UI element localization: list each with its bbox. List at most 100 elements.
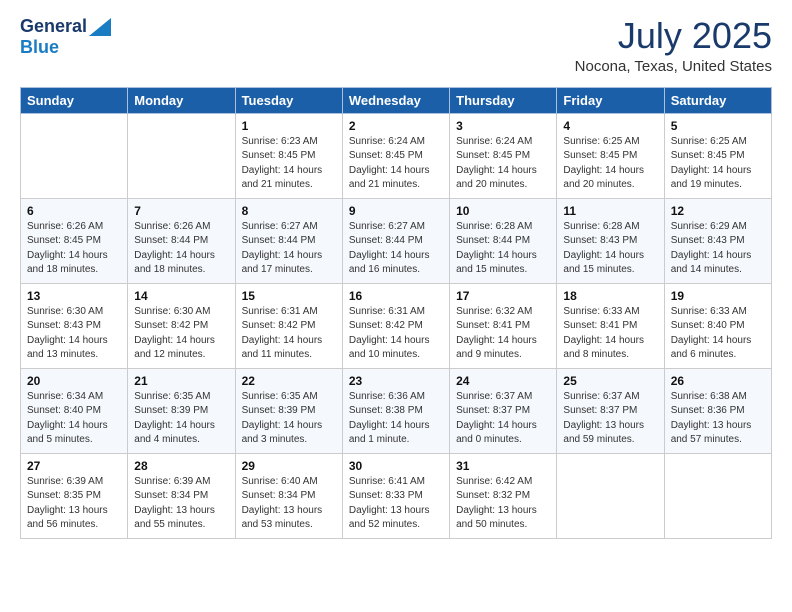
weekday-header: Wednesday (342, 87, 449, 113)
day-detail: Sunrise: 6:36 AM Sunset: 8:38 PM Dayligh… (349, 390, 443, 448)
day-number: 30 (349, 459, 443, 473)
day-number: 18 (563, 289, 657, 303)
logo-icon (89, 18, 111, 36)
calendar-week-row: 6Sunrise: 6:26 AM Sunset: 8:45 PM Daylig… (21, 198, 772, 283)
day-number: 27 (27, 459, 121, 473)
calendar-cell: 28 Sunrise: 6:39 AM Sunset: 8:34 PM Dayli… (128, 453, 235, 538)
day-number: 12 (671, 204, 765, 218)
weekday-header: Tuesday (235, 87, 342, 113)
day-number: 14 (134, 289, 228, 303)
calendar-cell: 24Sunrise: 6:37 AM Sunset: 8:37 PM Dayli… (450, 368, 557, 453)
calendar-cell: 15 Sunrise: 6:31 AM Sunset: 8:42 PM Dayli… (235, 283, 342, 368)
day-detail: Sunrise: 6:27 AM Sunset: 8:44 PM Dayligh… (349, 220, 443, 278)
day-number: 1 (242, 119, 336, 133)
calendar-cell (557, 453, 664, 538)
day-detail: Sunrise: 6:23 AM Sunset: 8:45 PM Dayligh… (242, 135, 336, 193)
day-detail: Sunrise: 6:42 AM Sunset: 8:32 PM Dayligh… (456, 475, 550, 533)
day-number: 7 (134, 204, 228, 218)
calendar-cell: 5 Sunrise: 6:25 AM Sunset: 8:45 PM Daylig… (664, 113, 771, 198)
day-detail: Sunrise: 6:39 AM Sunset: 8:34 PM Dayligh… (134, 475, 228, 533)
day-detail: Sunrise: 6:26 AM Sunset: 8:45 PM Dayligh… (27, 220, 121, 278)
logo: General Blue (20, 16, 111, 58)
day-detail: Sunrise: 6:40 AM Sunset: 8:34 PM Dayligh… (242, 475, 336, 533)
calendar-week-row: 1 Sunrise: 6:23 AM Sunset: 8:45 PM Daylig… (21, 113, 772, 198)
weekday-header: Thursday (450, 87, 557, 113)
day-detail: Sunrise: 6:33 AM Sunset: 8:41 PM Dayligh… (563, 305, 657, 363)
calendar-table: SundayMondayTuesdayWednesdayThursdayFrid… (20, 87, 772, 539)
day-detail: Sunrise: 6:35 AM Sunset: 8:39 PM Dayligh… (242, 390, 336, 448)
day-number: 11 (563, 204, 657, 218)
day-number: 21 (134, 374, 228, 388)
calendar-week-row: 27 Sunrise: 6:39 AM Sunset: 8:35 PM Dayli… (21, 453, 772, 538)
day-detail: Sunrise: 6:34 AM Sunset: 8:40 PM Dayligh… (27, 390, 121, 448)
calendar-cell: 11Sunrise: 6:28 AM Sunset: 8:43 PM Dayli… (557, 198, 664, 283)
calendar-header-row: SundayMondayTuesdayWednesdayThursdayFrid… (21, 87, 772, 113)
calendar-cell: 13 Sunrise: 6:30 AM Sunset: 8:43 PM Dayli… (21, 283, 128, 368)
day-detail: Sunrise: 6:24 AM Sunset: 8:45 PM Dayligh… (456, 135, 550, 193)
calendar-cell (21, 113, 128, 198)
calendar-cell: 20 Sunrise: 6:34 AM Sunset: 8:40 PM Dayli… (21, 368, 128, 453)
title-block: July 2025 Nocona, Texas, United States (575, 16, 772, 75)
day-number: 10 (456, 204, 550, 218)
location-title: Nocona, Texas, United States (575, 58, 772, 75)
calendar-cell: 14 Sunrise: 6:30 AM Sunset: 8:42 PM Dayli… (128, 283, 235, 368)
calendar-cell: 23Sunrise: 6:36 AM Sunset: 8:38 PM Dayli… (342, 368, 449, 453)
day-number: 4 (563, 119, 657, 133)
calendar-cell: 30 Sunrise: 6:41 AM Sunset: 8:33 PM Dayli… (342, 453, 449, 538)
calendar-cell: 6Sunrise: 6:26 AM Sunset: 8:45 PM Daylig… (21, 198, 128, 283)
day-detail: Sunrise: 6:28 AM Sunset: 8:44 PM Dayligh… (456, 220, 550, 278)
day-detail: Sunrise: 6:41 AM Sunset: 8:33 PM Dayligh… (349, 475, 443, 533)
day-number: 5 (671, 119, 765, 133)
calendar-cell: 31 Sunrise: 6:42 AM Sunset: 8:32 PM Dayli… (450, 453, 557, 538)
day-detail: Sunrise: 6:39 AM Sunset: 8:35 PM Dayligh… (27, 475, 121, 533)
logo-general-text: General (20, 16, 87, 37)
day-number: 16 (349, 289, 443, 303)
calendar-cell: 2Sunrise: 6:24 AM Sunset: 8:45 PM Daylig… (342, 113, 449, 198)
calendar-week-row: 13 Sunrise: 6:30 AM Sunset: 8:43 PM Dayli… (21, 283, 772, 368)
weekday-header: Sunday (21, 87, 128, 113)
day-number: 28 (134, 459, 228, 473)
calendar-cell: 22 Sunrise: 6:35 AM Sunset: 8:39 PM Dayli… (235, 368, 342, 453)
calendar-cell: 27 Sunrise: 6:39 AM Sunset: 8:35 PM Dayli… (21, 453, 128, 538)
day-number: 3 (456, 119, 550, 133)
calendar-cell: 25 Sunrise: 6:37 AM Sunset: 8:37 PM Dayli… (557, 368, 664, 453)
calendar-cell: 9Sunrise: 6:27 AM Sunset: 8:44 PM Daylig… (342, 198, 449, 283)
day-detail: Sunrise: 6:37 AM Sunset: 8:37 PM Dayligh… (563, 390, 657, 448)
calendar-cell: 7Sunrise: 6:26 AM Sunset: 8:44 PM Daylig… (128, 198, 235, 283)
day-number: 15 (242, 289, 336, 303)
calendar-cell: 26Sunrise: 6:38 AM Sunset: 8:36 PM Dayli… (664, 368, 771, 453)
calendar-cell: 12 Sunrise: 6:29 AM Sunset: 8:43 PM Dayli… (664, 198, 771, 283)
calendar-cell: 3 Sunrise: 6:24 AM Sunset: 8:45 PM Daylig… (450, 113, 557, 198)
calendar-cell: 18 Sunrise: 6:33 AM Sunset: 8:41 PM Dayli… (557, 283, 664, 368)
day-detail: Sunrise: 6:29 AM Sunset: 8:43 PM Dayligh… (671, 220, 765, 278)
calendar-cell: 29 Sunrise: 6:40 AM Sunset: 8:34 PM Dayli… (235, 453, 342, 538)
calendar-cell: 19Sunrise: 6:33 AM Sunset: 8:40 PM Dayli… (664, 283, 771, 368)
day-number: 22 (242, 374, 336, 388)
day-detail: Sunrise: 6:24 AM Sunset: 8:45 PM Dayligh… (349, 135, 443, 193)
page: General Blue July 2025 Nocona, Texas, Un… (0, 0, 792, 612)
day-detail: Sunrise: 6:30 AM Sunset: 8:42 PM Dayligh… (134, 305, 228, 363)
calendar-cell: 21 Sunrise: 6:35 AM Sunset: 8:39 PM Dayli… (128, 368, 235, 453)
calendar-cell (664, 453, 771, 538)
day-number: 25 (563, 374, 657, 388)
weekday-header: Monday (128, 87, 235, 113)
day-detail: Sunrise: 6:27 AM Sunset: 8:44 PM Dayligh… (242, 220, 336, 278)
day-detail: Sunrise: 6:25 AM Sunset: 8:45 PM Dayligh… (563, 135, 657, 193)
logo-blue-text: Blue (20, 37, 59, 57)
day-number: 31 (456, 459, 550, 473)
calendar-cell: 8Sunrise: 6:27 AM Sunset: 8:44 PM Daylig… (235, 198, 342, 283)
day-number: 13 (27, 289, 121, 303)
calendar-cell: 1 Sunrise: 6:23 AM Sunset: 8:45 PM Daylig… (235, 113, 342, 198)
calendar-cell: 17Sunrise: 6:32 AM Sunset: 8:41 PM Dayli… (450, 283, 557, 368)
day-detail: Sunrise: 6:31 AM Sunset: 8:42 PM Dayligh… (242, 305, 336, 363)
day-detail: Sunrise: 6:25 AM Sunset: 8:45 PM Dayligh… (671, 135, 765, 193)
calendar-cell: 10 Sunrise: 6:28 AM Sunset: 8:44 PM Dayli… (450, 198, 557, 283)
day-detail: Sunrise: 6:35 AM Sunset: 8:39 PM Dayligh… (134, 390, 228, 448)
day-detail: Sunrise: 6:30 AM Sunset: 8:43 PM Dayligh… (27, 305, 121, 363)
day-number: 29 (242, 459, 336, 473)
day-number: 26 (671, 374, 765, 388)
day-detail: Sunrise: 6:31 AM Sunset: 8:42 PM Dayligh… (349, 305, 443, 363)
weekday-header: Friday (557, 87, 664, 113)
day-number: 20 (27, 374, 121, 388)
day-detail: Sunrise: 6:37 AM Sunset: 8:37 PM Dayligh… (456, 390, 550, 448)
